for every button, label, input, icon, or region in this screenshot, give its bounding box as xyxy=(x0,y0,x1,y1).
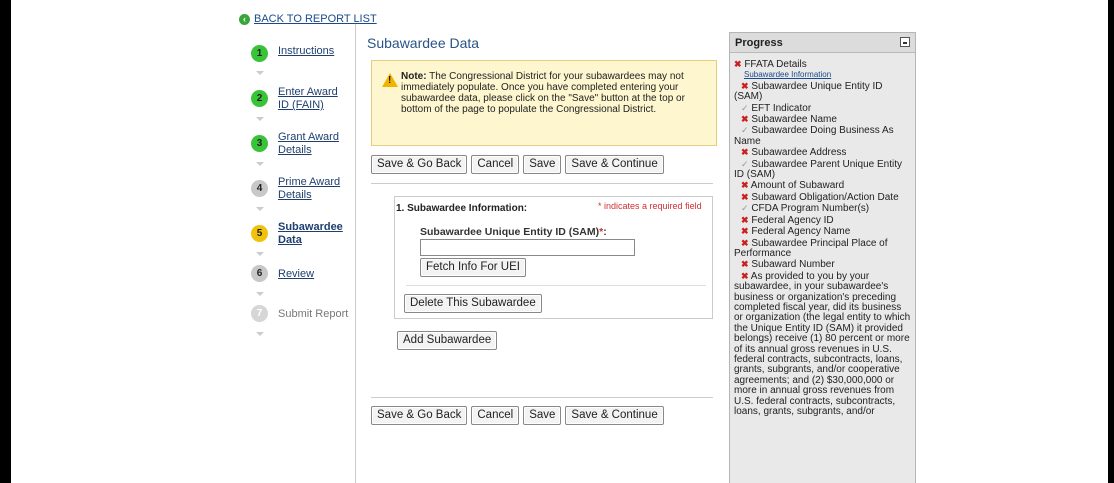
x-icon: ✖ xyxy=(741,180,749,191)
delete-subawardee-button[interactable]: Delete This Subawardee xyxy=(404,294,542,313)
step-submit-report: 7 Submit Report xyxy=(251,305,358,322)
progress-item: ✖ Amount of Subaward xyxy=(741,180,845,192)
x-icon: ✖ xyxy=(741,237,749,248)
back-link-text[interactable]: BACK TO REPORT LIST xyxy=(254,13,377,25)
x-icon: ✖ xyxy=(741,214,749,225)
uei-label-text: Subawardee Unique Entity ID (SAM) xyxy=(420,226,600,238)
check-icon: ✓ xyxy=(741,203,749,214)
uei-label: Subawardee Unique Entity ID (SAM)*: xyxy=(420,226,607,238)
step-number: 1 xyxy=(251,45,268,62)
step-number: 5 xyxy=(251,225,268,242)
top-button-row: Save & Go Back Cancel Save Save & Contin… xyxy=(371,155,668,174)
progress-list: ✖ FFATA Details Subawardee Information ✖… xyxy=(734,59,912,417)
check-icon: ✓ xyxy=(741,102,749,113)
step-instructions[interactable]: 1 Instructions xyxy=(251,45,348,62)
x-icon: ✖ xyxy=(741,147,749,158)
x-icon: ✖ xyxy=(741,80,749,91)
save-go-back-button[interactable]: Save & Go Back xyxy=(371,155,468,174)
warning-icon xyxy=(382,73,398,87)
minimize-icon[interactable] xyxy=(900,37,910,47)
chevron-down-icon xyxy=(256,252,264,256)
x-icon: ✖ xyxy=(741,259,749,270)
progress-item: ✖ Federal Agency Name xyxy=(741,226,851,238)
progress-heading: ✖ FFATA Details xyxy=(734,59,912,70)
step-number: 6 xyxy=(251,265,268,282)
required-field-note: * indicates a required field xyxy=(598,201,702,211)
note-label: Note: xyxy=(401,71,427,82)
progress-item: ✖ Subawardee Address xyxy=(741,147,847,159)
step-grant-award-details[interactable]: 3 Grant Award Details xyxy=(251,131,348,157)
add-subawardee-button[interactable]: Add Subawardee xyxy=(397,331,498,350)
progress-item: ✖ Subaward Obligation/Action Date xyxy=(741,191,899,203)
chevron-down-icon xyxy=(256,292,264,296)
fetch-info-button[interactable]: Fetch Info For UEI xyxy=(420,258,526,277)
x-icon: ✖ xyxy=(734,59,742,69)
divider xyxy=(406,285,706,286)
save-button[interactable]: Save xyxy=(523,406,562,425)
back-to-report-list[interactable]: ‹ BACK TO REPORT LIST xyxy=(239,13,377,25)
divider xyxy=(355,24,356,483)
bottom-button-row: Save & Go Back Cancel Save Save & Contin… xyxy=(371,406,668,425)
progress-item: ✖ Subaward Number xyxy=(741,259,835,271)
step-number: 7 xyxy=(251,305,268,322)
cancel-button[interactable]: Cancel xyxy=(471,406,520,425)
save-continue-button[interactable]: Save & Continue xyxy=(565,406,664,425)
progress-item: ✓ CFDA Program Number(s) xyxy=(741,203,870,215)
note-body: The Congressional District for your suba… xyxy=(401,71,685,115)
section-title: 1. Subawardee Information: xyxy=(396,203,528,214)
uei-input[interactable] xyxy=(420,239,635,256)
chevron-down-icon xyxy=(256,162,264,166)
note-text: Note: The Congressional District for you… xyxy=(401,71,701,115)
page-title: Subawardee Data xyxy=(367,35,480,51)
chevron-down-icon xyxy=(256,332,264,336)
progress-item: ✖ Subawardee Unique Entity ID (SAM) xyxy=(734,80,883,103)
progress-title: Progress xyxy=(735,37,783,49)
save-continue-button[interactable]: Save & Continue xyxy=(565,155,664,174)
step-label[interactable]: Grant Award Details xyxy=(278,131,348,157)
step-label[interactable]: Instructions xyxy=(278,45,348,58)
step-number: 2 xyxy=(251,90,268,107)
step-label[interactable]: Subawardee Data xyxy=(278,221,348,247)
x-icon: ✖ xyxy=(741,270,749,281)
check-icon: ✓ xyxy=(741,125,749,136)
step-label: Submit Report xyxy=(278,308,349,320)
progress-header: Progress xyxy=(730,33,915,53)
page: ‹ BACK TO REPORT LIST 1 Instructions 2 E… xyxy=(11,0,1108,483)
step-prime-award-details[interactable]: 4 Prime Award Details xyxy=(251,176,348,202)
chevron-down-icon xyxy=(256,207,264,211)
progress-item: ✓ Subawardee Parent Unique Entity ID (SA… xyxy=(734,158,902,181)
subawardee-information-link[interactable]: Subawardee Information xyxy=(734,70,912,80)
back-arrow-icon: ‹ xyxy=(239,13,250,25)
step-enter-award-id[interactable]: 2 Enter Award ID (FAIN) xyxy=(251,86,348,112)
progress-panel: Progress ✖ FFATA Details Subawardee Info… xyxy=(729,32,916,483)
progress-heading-text: FFATA Details xyxy=(744,59,807,70)
x-icon: ✖ xyxy=(741,226,749,237)
progress-item: ✖ Federal Agency ID xyxy=(741,214,834,226)
step-review[interactable]: 6 Review xyxy=(251,265,348,282)
note-box: Note: The Congressional District for you… xyxy=(371,60,717,146)
check-icon: ✓ xyxy=(741,158,749,169)
step-label[interactable]: Review xyxy=(278,268,348,281)
step-number: 4 xyxy=(251,180,268,197)
required-text: indicates a required field xyxy=(601,201,702,211)
progress-item: ✖ As provided to you by your subawardee,… xyxy=(734,270,911,417)
divider xyxy=(371,183,713,184)
chevron-down-icon xyxy=(256,117,264,121)
divider xyxy=(371,397,713,398)
x-icon: ✖ xyxy=(741,191,749,202)
save-button[interactable]: Save xyxy=(523,155,562,174)
chevron-down-icon xyxy=(256,71,264,75)
progress-item: ✓ Subawardee Doing Business As Name xyxy=(734,125,894,147)
save-go-back-button[interactable]: Save & Go Back xyxy=(371,406,468,425)
step-subawardee-data[interactable]: 5 Subawardee Data xyxy=(251,221,348,247)
progress-item: ✖ Subawardee Principal Place of Performa… xyxy=(734,237,888,259)
x-icon: ✖ xyxy=(741,114,749,125)
required-asterisk: * xyxy=(599,226,604,238)
step-number: 3 xyxy=(251,135,268,152)
step-label[interactable]: Prime Award Details xyxy=(278,176,348,202)
step-label[interactable]: Enter Award ID (FAIN) xyxy=(278,86,348,112)
progress-item: ✖ Subawardee Name xyxy=(741,114,837,126)
progress-item: ✓ EFT Indicator xyxy=(741,102,812,114)
cancel-button[interactable]: Cancel xyxy=(471,155,520,174)
